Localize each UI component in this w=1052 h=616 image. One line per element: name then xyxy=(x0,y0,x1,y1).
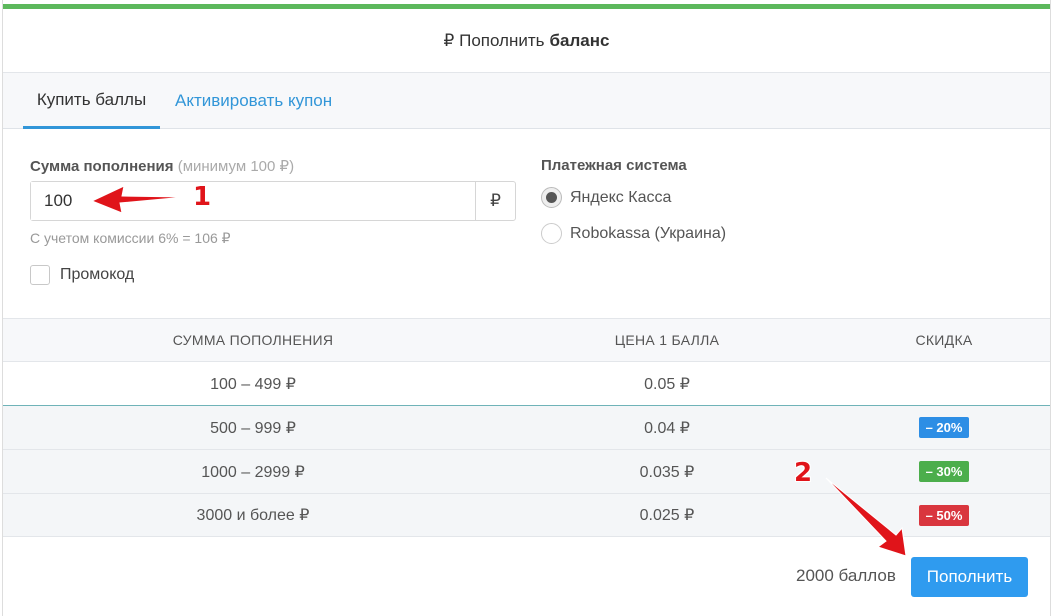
arrow-1-shape xyxy=(90,185,186,214)
annotation-arrows xyxy=(90,185,907,557)
arrow-2-shape xyxy=(825,477,907,557)
annotation-step-2: 2 xyxy=(794,458,813,488)
annotation-step-1: 1 xyxy=(193,182,212,212)
